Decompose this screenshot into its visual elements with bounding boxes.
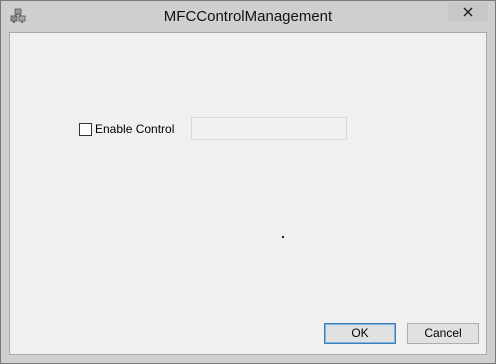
close-icon (463, 7, 473, 17)
dialog-window: MFCControlManagement Enable Control OK C… (0, 0, 496, 364)
ok-button[interactable]: OK (324, 323, 396, 344)
title-bar[interactable]: MFCControlManagement (1, 1, 495, 32)
close-button[interactable] (448, 2, 488, 21)
cancel-button[interactable]: Cancel (407, 323, 479, 344)
enable-control-checkbox-row[interactable]: Enable Control (79, 121, 174, 137)
enable-control-label[interactable]: Enable Control (95, 121, 174, 137)
stray-dot (282, 236, 284, 238)
control-edit-box (191, 117, 347, 140)
window-title: MFCControlManagement (163, 8, 333, 25)
dialog-client-area: Enable Control OK Cancel (9, 32, 487, 355)
enable-control-checkbox[interactable] (79, 122, 92, 136)
